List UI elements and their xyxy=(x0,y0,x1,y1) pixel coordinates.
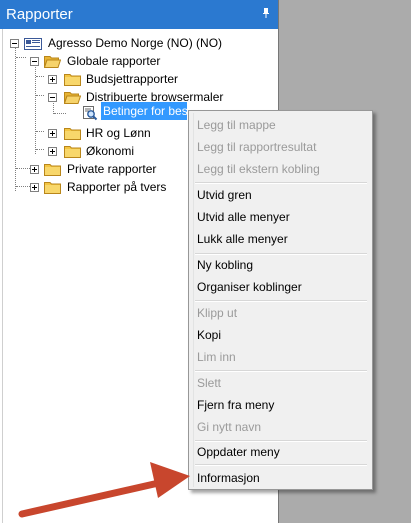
annotation-arrow-icon xyxy=(18,462,190,518)
